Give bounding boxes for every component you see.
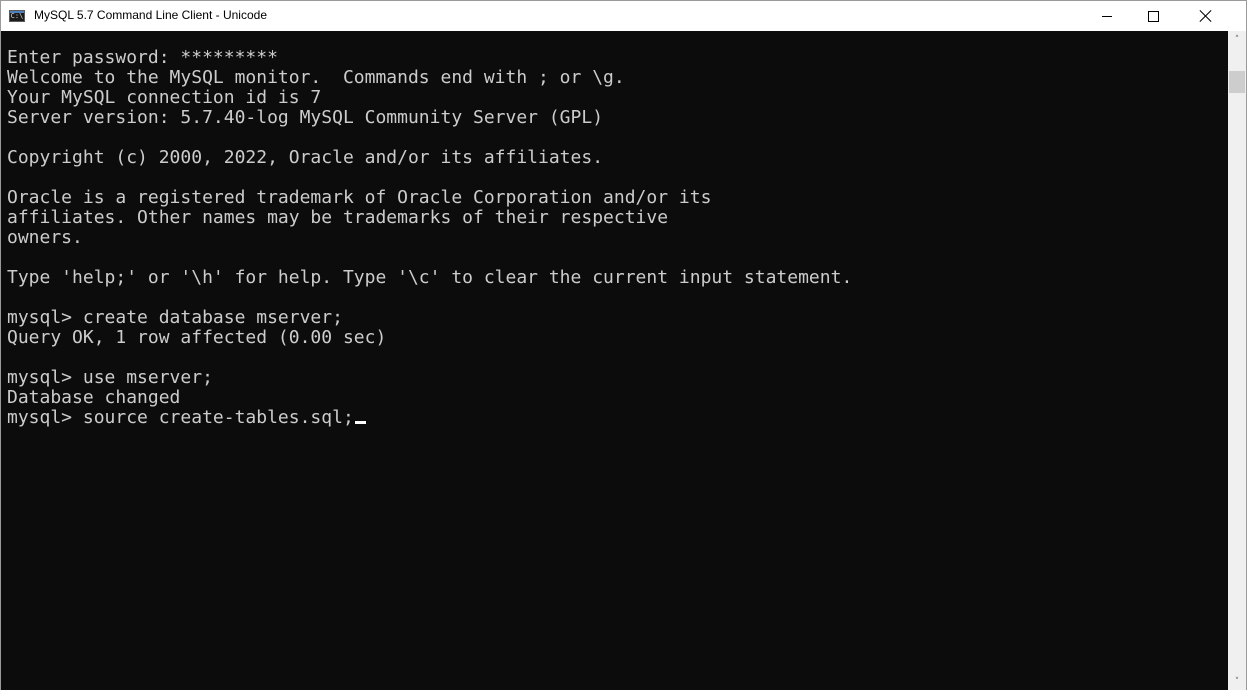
console-line: Enter password: *********	[7, 47, 278, 68]
console-line: mysql> use mserver;	[7, 367, 213, 388]
console-line: Your MySQL connection id is 7	[7, 87, 322, 108]
console-window: C:\ MySQL 5.7 Command Line Client - Unic…	[0, 0, 1247, 690]
minimize-icon	[1102, 15, 1112, 17]
console-line: Oracle is a registered trademark of Orac…	[7, 187, 712, 208]
text-cursor	[354, 421, 366, 424]
console-line: Copyright (c) 2000, 2022, Oracle and/or …	[7, 147, 604, 168]
console-text: Enter password: ********* Welcome to the …	[7, 48, 852, 428]
close-icon	[1200, 10, 1212, 22]
vertical-scrollbar[interactable]: ˄ ˅	[1228, 31, 1246, 690]
console-line: Welcome to the MySQL monitor. Commands e…	[7, 67, 625, 88]
scroll-down-arrow-icon[interactable]: ˅	[1228, 673, 1246, 690]
console-output[interactable]: Enter password: ********* Welcome to the …	[1, 31, 1228, 690]
scroll-up-arrow-icon[interactable]: ˄	[1228, 31, 1246, 48]
close-button[interactable]	[1176, 1, 1246, 31]
window-title: MySQL 5.7 Command Line Client - Unicode	[34, 8, 267, 22]
console-line: mysql> create database mserver;	[7, 307, 343, 328]
console-app-icon[interactable]: C:\	[9, 10, 25, 22]
scrollbar-thumb[interactable]	[1229, 71, 1245, 93]
minimize-button[interactable]	[1084, 1, 1130, 31]
maximize-icon	[1147, 10, 1159, 22]
maximize-button[interactable]	[1130, 1, 1176, 31]
console-line: Database changed	[7, 387, 181, 408]
title-bar[interactable]: C:\ MySQL 5.7 Command Line Client - Unic…	[1, 0, 1246, 31]
console-line: Type 'help;' or '\h' for help. Type '\c'…	[7, 267, 853, 288]
console-line: mysql> source create-tables.sql;	[7, 408, 852, 428]
console-line: owners.	[7, 227, 83, 248]
console-line: affiliates. Other names may be trademark…	[7, 207, 669, 228]
console-line: Server version: 5.7.40-log MySQL Communi…	[7, 107, 604, 128]
console-line: Query OK, 1 row affected (0.00 sec)	[7, 327, 387, 348]
